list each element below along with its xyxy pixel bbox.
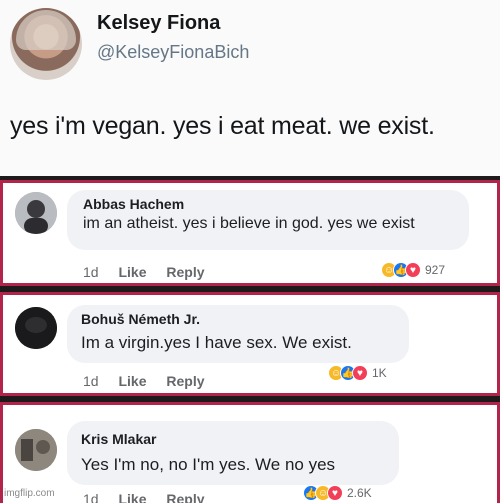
reaction-summary[interactable]: 👍 ☺ ♥ 2.6K [303,485,372,501]
like-button[interactable]: Like [118,373,146,389]
comment-bubble: Kris Mlakar Yes I'm no, no I'm yes. We n… [67,421,399,485]
comment-bohus: Bohuš Németh Jr. Im a virgin.yes I have … [0,292,500,396]
comment-time: 1d [83,264,99,280]
comment-author[interactable]: Kris Mlakar [81,431,156,447]
comment-text: Yes I'm no, no I'm yes. We no yes [81,455,336,474]
watermark: imgflip.com [4,488,55,499]
avatar[interactable] [15,429,57,471]
avatar[interactable] [15,192,57,234]
avatar-image [15,307,57,349]
screenshot-page: Kelsey Fiona @KelseyFionaBich yes i'm ve… [0,0,500,503]
like-button[interactable]: Like [118,264,146,280]
comment-time: 1d [83,373,99,389]
tweet-author-handle[interactable]: @KelseyFionaBich [97,42,249,63]
comment-actions: 1d Like Reply [83,373,221,389]
love-icon: ♥ [405,262,421,278]
tweet-card: Kelsey Fiona @KelseyFionaBich yes i'm ve… [0,0,500,178]
like-button[interactable]: Like [118,491,146,503]
avatar[interactable] [15,307,57,349]
comment-actions: 1d Like Reply [83,491,221,503]
reaction-summary[interactable]: ☺ 👍 ♥ 927 [381,262,445,278]
comment-text: im an atheist. yes i believe in god. yes… [83,215,415,232]
reply-button[interactable]: Reply [166,491,204,503]
avatar-hair [16,10,76,50]
tweet-text: yes i'm vegan. yes i eat meat. we exist. [10,112,435,140]
comment-abbas: Abbas Hachem im an atheist. yes i believ… [0,180,500,286]
comment-kris: Kris Mlakar Yes I'm no, no I'm yes. We n… [0,402,500,503]
reaction-count: 2.6K [347,486,372,500]
comment-author[interactable]: Abbas Hachem [83,196,184,212]
avatar-image [15,192,57,234]
reply-button[interactable]: Reply [166,264,204,280]
avatar[interactable] [10,8,82,80]
love-icon: ♥ [352,365,368,381]
avatar-image [15,429,57,471]
tweet-author-name[interactable]: Kelsey Fiona [97,12,220,35]
comment-author[interactable]: Bohuš Németh Jr. [81,311,200,327]
reaction-count: 1K [372,366,387,380]
comment-text: Im a virgin.yes I have sex. We exist. [81,333,352,352]
reaction-summary[interactable]: ☺ 👍 ♥ 1K [328,365,387,381]
reaction-count: 927 [425,263,446,277]
comment-bubble: Abbas Hachem im an atheist. yes i believ… [67,190,469,250]
love-icon: ♥ [327,485,343,501]
comment-time: 1d [83,491,99,503]
comment-actions: 1d Like Reply [83,264,221,280]
reply-button[interactable]: Reply [166,373,204,389]
comment-bubble: Bohuš Németh Jr. Im a virgin.yes I have … [67,305,409,363]
